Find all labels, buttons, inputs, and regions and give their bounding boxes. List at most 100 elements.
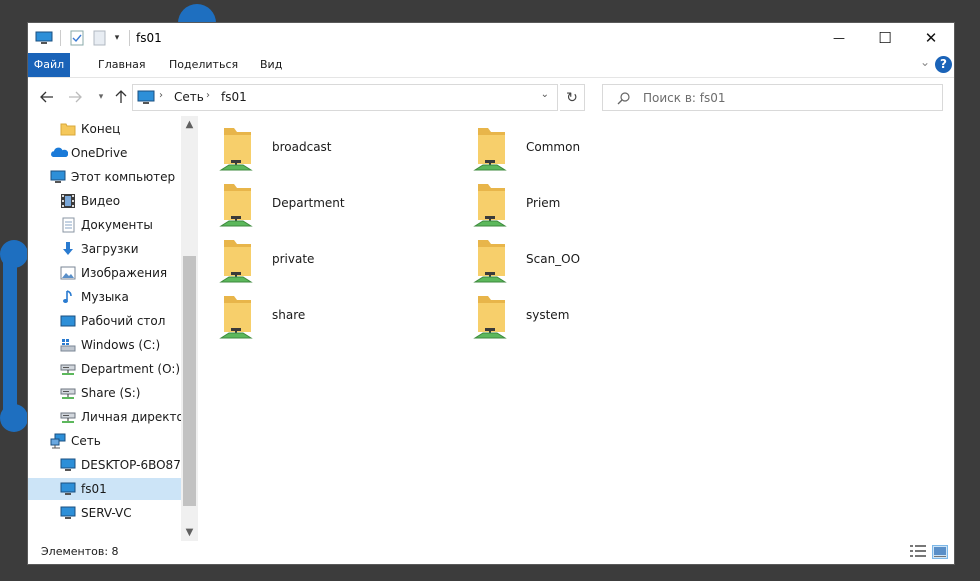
- tab-home[interactable]: Главная: [86, 53, 158, 77]
- computer-icon: [60, 505, 76, 521]
- sidebar-item-label: Этот компьютер: [71, 170, 176, 184]
- network-drive-icon: [60, 385, 76, 401]
- title-bar: ▾ fs01 — ☐ ✕: [28, 23, 954, 53]
- scrollbar-thumb[interactable]: [183, 256, 196, 506]
- folder-tile[interactable]: Common: [458, 120, 708, 172]
- computer-icon: [50, 169, 66, 185]
- sidebar-item-desktop-6bo87vn[interactable]: DESKTOP-6BO87VN: [28, 454, 181, 476]
- forward-button[interactable]: [64, 86, 86, 108]
- search-input[interactable]: Поиск в: fs01: [602, 84, 943, 111]
- sidebar-item-label: Share (S:): [81, 386, 141, 400]
- navigation-pane: Конец OneDrive Этот компьютер Видео Документ…: [28, 116, 198, 541]
- shared-folder-icon: [218, 292, 258, 340]
- breadcrumb-network[interactable]: Сеть: [174, 90, 204, 104]
- search-placeholder: Поиск в: fs01: [643, 91, 726, 105]
- sidebar-item-fs01[interactable]: fs01: [28, 478, 181, 500]
- sidebar-item-документы[interactable]: Документы: [28, 214, 181, 236]
- maximize-icon: ☐: [878, 29, 892, 47]
- address-bar[interactable]: › Сеть › fs01 ⌄: [132, 84, 558, 111]
- folder-tile[interactable]: Department: [204, 176, 454, 228]
- customize-toolbar-icon[interactable]: ▾: [110, 23, 124, 53]
- computer-icon[interactable]: [34, 23, 54, 53]
- sidebar-item-label: Личная директори: [81, 410, 181, 424]
- scroll-up-icon[interactable]: ▲: [181, 116, 198, 133]
- sidebar-item-label: Музыка: [81, 290, 129, 304]
- windows-drive-icon: [60, 337, 76, 353]
- refresh-button[interactable]: ↻: [560, 84, 585, 111]
- sidebar-item-department-o[interactable]: Department (O:): [28, 358, 181, 380]
- sidebar-item-сеть[interactable]: Сеть: [28, 430, 181, 452]
- sidebar-item-изображения[interactable]: Изображения: [28, 262, 181, 284]
- large-icons-view-button[interactable]: [932, 545, 948, 559]
- sidebar-item-видео[interactable]: Видео: [28, 190, 181, 212]
- properties-icon[interactable]: [68, 23, 86, 53]
- back-button[interactable]: [36, 86, 58, 108]
- shared-folder-icon: [218, 124, 258, 172]
- sidebar-item-музыка[interactable]: Музыка: [28, 286, 181, 308]
- folder-tile[interactable]: broadcast: [204, 120, 454, 172]
- sidebar-item-рабочий-стол[interactable]: Рабочий стол: [28, 310, 181, 332]
- sidebar-item-этот-компьютер[interactable]: Этот компьютер: [28, 166, 181, 188]
- folder-tile[interactable]: Priem: [458, 176, 708, 228]
- file-list: broadcast Common Department Priem private Sca…: [204, 116, 954, 541]
- help-icon[interactable]: ?: [935, 56, 952, 73]
- scroll-down-icon[interactable]: ▼: [181, 524, 198, 541]
- breadcrumb-separator-icon: ›: [206, 90, 210, 101]
- window-title: fs01: [136, 31, 162, 45]
- folder-icon: [60, 121, 76, 137]
- folder-tile[interactable]: private: [204, 232, 454, 284]
- expand-ribbon-chevron-icon[interactable]: ⌄: [920, 55, 930, 69]
- network-icon: [50, 433, 66, 449]
- details-view-button[interactable]: [910, 545, 926, 559]
- close-button[interactable]: ✕: [908, 23, 954, 53]
- address-dropdown-chevron-icon[interactable]: ⌄: [541, 89, 549, 100]
- sidebar-item-label: DESKTOP-6BO87VN: [81, 458, 181, 472]
- sidebar-item-serv-vc[interactable]: SERV-VC: [28, 502, 181, 524]
- up-button[interactable]: [110, 86, 132, 108]
- sidebar-item-share-s[interactable]: Share (S:): [28, 382, 181, 404]
- tab-share[interactable]: Поделиться: [157, 53, 250, 77]
- forward-arrow-icon: [69, 91, 82, 103]
- background-decoration: [0, 404, 28, 432]
- music-icon: [60, 289, 76, 305]
- sidebar-item-конец[interactable]: Конец: [28, 118, 181, 140]
- sidebar-item-личная-директори[interactable]: Личная директори: [28, 406, 181, 428]
- onedrive-icon: [50, 145, 69, 161]
- minimize-button[interactable]: —: [816, 23, 862, 53]
- documents-icon: [60, 217, 76, 233]
- up-arrow-icon: [115, 90, 127, 103]
- folder-name: share: [272, 308, 306, 322]
- large-icons-view-icon: [934, 547, 946, 557]
- shared-folder-icon: [472, 236, 512, 284]
- sidebar-item-загрузки[interactable]: Загрузки: [28, 238, 181, 260]
- sidebar-item-label: OneDrive: [71, 146, 128, 160]
- breadcrumb-fs01[interactable]: fs01: [221, 90, 247, 104]
- computer-icon: [60, 481, 76, 497]
- refresh-icon: ↻: [566, 89, 578, 106]
- navigation-scrollbar[interactable]: ▲ ▼: [181, 116, 198, 541]
- search-icon: [617, 92, 630, 105]
- network-drive-icon: [60, 409, 76, 425]
- sidebar-item-label: fs01: [81, 482, 107, 496]
- computer-icon: [60, 457, 76, 473]
- shared-folder-icon: [472, 180, 512, 228]
- address-row: ▾ › Сеть › fs01 ⌄ ↻ Поиск в: fs01: [28, 78, 954, 116]
- tab-view[interactable]: Вид: [248, 53, 294, 77]
- new-folder-icon[interactable]: [91, 23, 107, 53]
- video-icon: [60, 193, 76, 209]
- minimize-icon: —: [833, 31, 845, 45]
- tab-file[interactable]: Файл: [28, 53, 70, 77]
- folder-tile[interactable]: Scan_OO: [458, 232, 708, 284]
- pictures-icon: [60, 265, 76, 281]
- downloads-icon: [60, 241, 76, 257]
- sidebar-item-windows-c[interactable]: Windows (C:): [28, 334, 181, 356]
- folder-tile[interactable]: share: [204, 288, 454, 340]
- folder-tile[interactable]: system: [458, 288, 708, 340]
- maximize-button[interactable]: ☐: [862, 23, 908, 53]
- sidebar-item-label: SERV-VC: [81, 506, 132, 520]
- sidebar-item-label: Изображения: [81, 266, 168, 280]
- folder-name: Common: [526, 140, 581, 154]
- sidebar-item-onedrive[interactable]: OneDrive: [28, 142, 181, 164]
- recent-locations-icon[interactable]: ▾: [90, 86, 112, 108]
- item-count: Элементов: 8: [41, 545, 119, 558]
